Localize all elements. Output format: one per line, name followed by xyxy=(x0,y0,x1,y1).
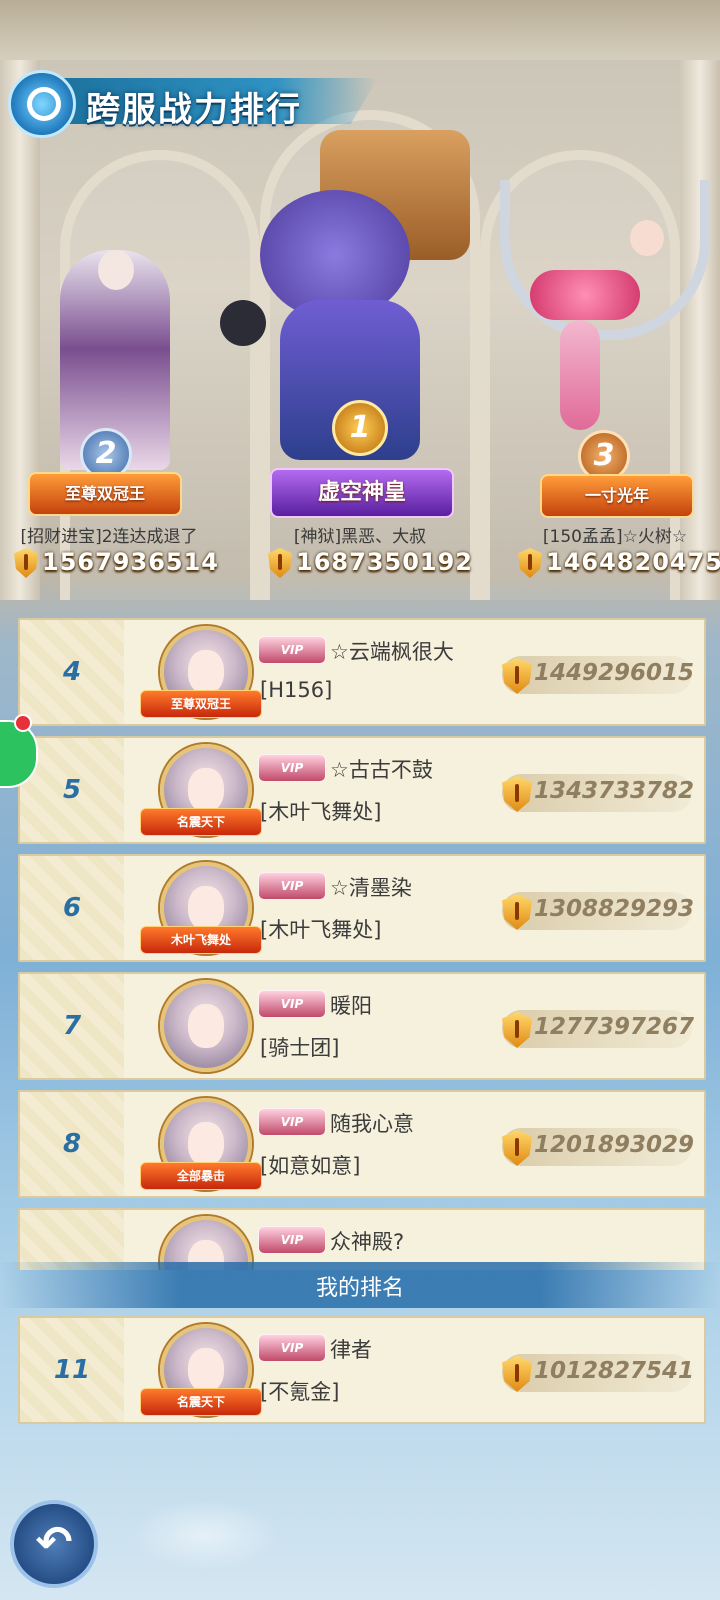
ceiling xyxy=(0,0,720,60)
guild-name: [木叶飞舞处] xyxy=(260,918,382,942)
player-name: 随我心意 xyxy=(330,1112,414,1136)
power-shield-icon xyxy=(502,1012,532,1048)
back-arrow-icon: ↶ xyxy=(35,1517,73,1568)
row-rank: 4 xyxy=(62,657,82,687)
vip-badge-icon: VIP xyxy=(258,990,326,1018)
power-shield-icon xyxy=(518,548,542,578)
hero-3-tail xyxy=(560,320,600,430)
guild-name: [木叶飞舞处] xyxy=(260,800,382,824)
row-rank: 8 xyxy=(62,1129,82,1159)
power-shield-icon xyxy=(502,776,532,812)
power-value: 1277397267 xyxy=(534,1014,695,1040)
power-value: 1308829293 xyxy=(534,896,695,922)
hero-3-head xyxy=(630,220,664,256)
ranking-row[interactable]: 7 VIP 暖阳 [骑士团] 1277397267 xyxy=(18,972,706,1080)
avatar[interactable] xyxy=(160,980,252,1072)
player-name: 暖阳 xyxy=(330,994,372,1018)
ranking-row[interactable]: 4 至尊双冠王 VIP ☆云端枫很大 [H156] 1449296015 xyxy=(18,618,706,726)
rank-3-power: 1464820475 xyxy=(518,548,720,578)
power-shield-icon xyxy=(502,894,532,930)
power-pill: 1201893029 xyxy=(502,1128,695,1166)
rank-cell xyxy=(20,1210,124,1270)
power-pill: 1308829293 xyxy=(502,892,695,930)
back-button[interactable]: ↶ xyxy=(10,1500,98,1588)
ranking-row[interactable]: 6 木叶飞舞处 VIP ☆清墨染 [木叶飞舞处] 1308829293 xyxy=(18,854,706,962)
my-player-name: 律者 xyxy=(330,1338,372,1362)
power-pill: 1343733782 xyxy=(502,774,695,812)
power-shield-icon xyxy=(502,1356,532,1392)
rank-2-power: 1567936514 xyxy=(14,548,219,578)
vip-badge-icon: VIP xyxy=(258,1226,326,1254)
vip-badge-icon: VIP xyxy=(258,1108,326,1136)
guild-name: [如意如意] xyxy=(260,1154,361,1178)
rank-1-title-badge: 虚空神皇 xyxy=(270,468,454,518)
rank-2-player-name[interactable]: [招财进宝]2连达成退了 xyxy=(14,522,204,547)
power-shield-icon xyxy=(502,658,532,694)
power-pill: 1449296015 xyxy=(502,656,695,694)
player-name: 众神殿? xyxy=(330,1230,405,1254)
vip-badge-icon: VIP xyxy=(258,872,326,900)
player-name: ☆古古不鼓 xyxy=(330,758,433,782)
row-rank: 7 xyxy=(62,1011,82,1041)
ranking-list[interactable]: 4 至尊双冠王 VIP ☆云端枫很大 [H156] 1449296015 5 名… xyxy=(18,606,706,1270)
rank-2-power-value: 1567936514 xyxy=(42,548,219,576)
hero-rank-3-figure[interactable] xyxy=(490,180,710,440)
rank-1-power: 1687350192 xyxy=(268,548,473,578)
power-pill: 1277397267 xyxy=(502,1010,695,1048)
ranking-row[interactable]: 8 全部暴击 VIP 随我心意 [如意如意] 1201893029 xyxy=(18,1090,706,1198)
avatar-title-badge: 木叶飞舞处 xyxy=(140,926,262,954)
power-value: 1201893029 xyxy=(534,1132,695,1158)
vip-badge-icon: VIP xyxy=(258,754,326,782)
power-value: 1449296015 xyxy=(534,660,695,686)
row-rank: 6 xyxy=(62,893,82,923)
my-guild-name: [不氪金] xyxy=(260,1380,340,1404)
rank-2-title-badge: 至尊双冠王 xyxy=(28,472,182,516)
rank-1-power-value: 1687350192 xyxy=(296,548,473,576)
power-pill: 1012827541 xyxy=(502,1354,695,1392)
avatar-title-badge: 名震天下 xyxy=(140,1388,262,1416)
my-rank-number: 11 xyxy=(53,1355,91,1385)
my-power-value: 1012827541 xyxy=(534,1358,695,1384)
rank-3-power-value: 1464820475 xyxy=(546,548,720,576)
my-rank-row[interactable]: 11 名震天下 VIP 律者 [不氪金] 1012827541 xyxy=(18,1316,706,1424)
ranking-row[interactable]: VIP 众神殿? xyxy=(18,1208,706,1270)
player-name: ☆云端枫很大 xyxy=(330,640,454,664)
rank-3-title-badge: 一寸光年 xyxy=(540,474,694,518)
ranking-row[interactable]: 5 名震天下 VIP ☆古古不鼓 [木叶飞舞处] 1343733782 xyxy=(18,736,706,844)
power-shield-icon xyxy=(268,548,292,578)
hero-2-head xyxy=(98,250,134,290)
vip-badge-icon: VIP xyxy=(258,636,326,664)
rank-1-player-name[interactable]: [神狱]黑恶、大叔 xyxy=(260,522,460,547)
page-title: 跨服战力排行 xyxy=(86,90,302,130)
guild-name: [H156] xyxy=(260,678,333,702)
decorative-wing xyxy=(130,1500,280,1570)
avatar-title-badge: 至尊双冠王 xyxy=(140,690,262,718)
page-header: 跨服战力排行 xyxy=(8,70,388,138)
my-rank-header: 我的排名 xyxy=(0,1262,720,1308)
hero-3-roses xyxy=(530,270,640,320)
power-shield-icon xyxy=(502,1130,532,1166)
rank-3-player-name[interactable]: [150孟孟]☆火树☆ xyxy=(520,522,710,547)
vip-badge-icon: VIP xyxy=(258,1334,326,1362)
hero-1-bomb xyxy=(220,300,266,346)
avatar-title-badge: 全部暴击 xyxy=(140,1162,262,1190)
notification-dot-icon xyxy=(14,714,32,732)
player-name: ☆清墨染 xyxy=(330,876,412,900)
avatar-title-badge: 名震天下 xyxy=(140,808,262,836)
ranking-emblem-icon xyxy=(8,70,76,138)
power-shield-icon xyxy=(14,548,38,578)
guild-name: [骑士团] xyxy=(260,1036,340,1060)
power-value: 1343733782 xyxy=(534,778,695,804)
my-rank-title: 我的排名 xyxy=(315,1276,404,1301)
rank-1-medal: 1 xyxy=(332,400,388,456)
